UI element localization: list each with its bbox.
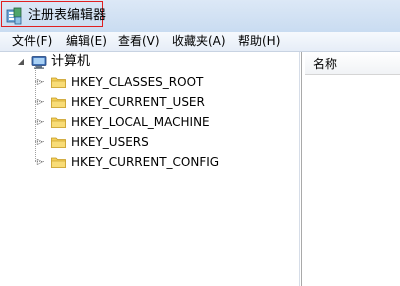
expand-arrow-icon[interactable]: ▷	[35, 113, 45, 131]
folder-icon	[51, 157, 66, 168]
tree-node-computer[interactable]: ◢ 计算机	[3, 53, 293, 71]
tree-node-label: HKEY_CURRENT_CONFIG	[71, 155, 220, 169]
folder-icon	[51, 97, 66, 108]
expand-arrow-icon[interactable]: ▷	[35, 133, 45, 151]
menu-bar: 文件(F) 编辑(E) 查看(V) 收藏夹(A) 帮助(H)	[0, 32, 400, 52]
computer-icon	[31, 56, 47, 69]
folder-icon	[51, 137, 66, 148]
values-pane[interactable]: 名称	[301, 52, 400, 286]
collapse-arrow-icon[interactable]: ◢	[16, 53, 26, 71]
tree-node-label: 计算机	[51, 54, 91, 69]
tree-node-hkcu[interactable]: ▷ HKEY_CURRENT_USER	[3, 93, 293, 111]
regedit-icon[interactable]	[6, 7, 22, 25]
title-bar: 注册表编辑器	[0, 0, 400, 33]
tree-node-hkcr[interactable]: ▷ HKEY_CLASSES_ROOT	[3, 73, 293, 91]
menu-edit[interactable]: 编辑(E)	[64, 33, 109, 50]
tree-node-hku[interactable]: ▷ HKEY_USERS	[3, 133, 293, 151]
menu-file[interactable]: 文件(F)	[10, 33, 54, 50]
folder-icon	[51, 117, 66, 128]
tree-pane[interactable]: ◢ 计算机 ▷ HKEY_CLASSES_ROOT ▷ HKEY_CURRENT…	[3, 52, 300, 286]
folder-icon	[51, 77, 66, 88]
window-title: 注册表编辑器	[28, 8, 107, 23]
expand-arrow-icon[interactable]: ▷	[35, 93, 45, 111]
expand-arrow-icon[interactable]: ▷	[35, 73, 45, 91]
menu-view[interactable]: 查看(V)	[116, 33, 162, 50]
tree-node-hklm[interactable]: ▷ HKEY_LOCAL_MACHINE	[3, 113, 293, 131]
tree-node-hkcc[interactable]: ▷ HKEY_CURRENT_CONFIG	[3, 153, 293, 171]
menu-favorites[interactable]: 收藏夹(A)	[170, 33, 228, 50]
tree-node-label: HKEY_USERS	[71, 135, 149, 149]
column-header-label: 名称	[313, 57, 338, 71]
expand-arrow-icon[interactable]: ▷	[35, 153, 45, 171]
column-header-name[interactable]: 名称	[305, 52, 400, 75]
menu-help[interactable]: 帮助(H)	[236, 33, 282, 50]
tree-node-label: HKEY_CURRENT_USER	[71, 95, 205, 109]
tree-node-label: HKEY_CLASSES_ROOT	[71, 75, 204, 89]
tree-node-label: HKEY_LOCAL_MACHINE	[71, 115, 210, 129]
